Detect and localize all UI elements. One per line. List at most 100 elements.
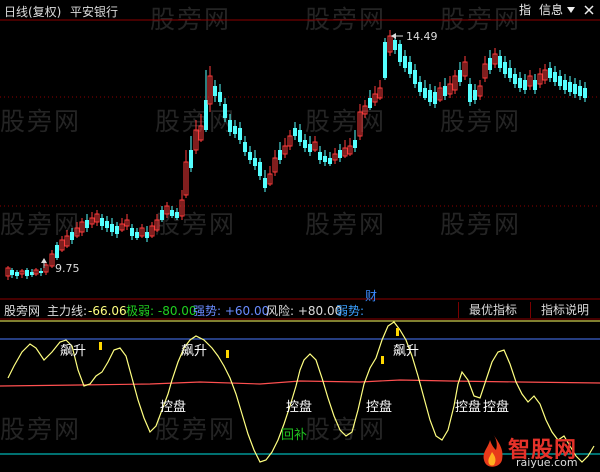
signal-control: 控盘 [366, 400, 393, 415]
candle-body [253, 158, 257, 166]
candle-body [523, 80, 527, 90]
info-button[interactable]: 信息 [539, 2, 563, 18]
candle-body [353, 140, 357, 148]
candle-body [368, 98, 372, 108]
candle-body [563, 80, 567, 90]
candle-body [223, 104, 227, 118]
candle-body [248, 152, 252, 160]
candle-body [55, 245, 59, 258]
candle-body [513, 74, 517, 84]
close-button[interactable] [583, 2, 595, 18]
tab-indicator-help[interactable]: 指标说明 [530, 302, 599, 318]
candle-body [218, 92, 222, 102]
strong-trend-value: 强势: +60.00 [193, 304, 270, 318]
candle-body [160, 210, 164, 220]
candle-body [578, 86, 582, 96]
candle-body [105, 221, 109, 228]
close-icon [584, 5, 594, 15]
indicator-source: 股旁网 [4, 304, 41, 318]
candle-body [308, 144, 312, 152]
candle-series [5, 30, 587, 280]
signal-marker [396, 328, 399, 336]
candle-body [468, 84, 472, 102]
candle-body [383, 42, 387, 78]
signal-control: 控盘 [286, 400, 313, 415]
candle-body [433, 92, 437, 104]
candle-body [553, 72, 557, 82]
extreme-weak-value: 极弱: -80.00 [126, 304, 197, 318]
candle-body [85, 220, 89, 228]
candle-body [170, 210, 174, 216]
candle-body [508, 68, 512, 78]
signal-marker [99, 342, 102, 350]
down-triangle-icon [567, 7, 575, 13]
low-price-label: 9.75 [55, 262, 80, 275]
candle-body [418, 82, 422, 92]
candle-body [189, 150, 193, 168]
signal-rebound: 回补 [281, 428, 308, 443]
finance-marker[interactable]: 财 [365, 287, 377, 304]
candle-body [428, 90, 432, 102]
candle-body [338, 150, 342, 158]
period-label[interactable]: 日线(复权) [4, 3, 61, 20]
candle-body [30, 272, 34, 275]
stock-name: 平安银行 [70, 5, 119, 19]
signal-rise: 飙升 [393, 344, 420, 359]
candle-body [25, 270, 29, 276]
candle-body [213, 86, 217, 96]
candle-body [238, 128, 242, 140]
risk-value: 风险: +80.00 [266, 304, 343, 318]
candle-body [403, 56, 407, 68]
signal-rise: 飙升 [60, 344, 87, 359]
indicator-button[interactable]: 指 [519, 2, 531, 18]
signal-control: 控盘 [455, 400, 482, 415]
dropdown-button[interactable] [566, 2, 576, 18]
candle-body [115, 226, 119, 234]
candle-body [518, 78, 522, 88]
candle-body [263, 178, 267, 188]
signal-marker [381, 356, 384, 364]
logo-url: raiyue.com [516, 456, 578, 469]
risk-curve [0, 379, 600, 387]
price-annotations: 14.49 9.75 [41, 30, 438, 275]
candle-body [175, 212, 179, 218]
candle-body [583, 88, 587, 98]
candle-body [443, 86, 447, 96]
candle-body [100, 218, 104, 226]
signal-control: 控盘 [160, 400, 187, 415]
candle-body [548, 68, 552, 78]
candle-body [10, 270, 14, 275]
signal-marker [226, 350, 229, 358]
main-line-label: 主力线: [47, 304, 88, 318]
candle-body [398, 44, 402, 62]
candle-body [328, 158, 332, 164]
candle-body [298, 130, 302, 142]
candle-body [70, 232, 74, 240]
candle-body [243, 142, 247, 152]
candle-body [573, 84, 577, 94]
candle-body [293, 128, 297, 136]
candle-body [498, 56, 502, 68]
candle-body [423, 88, 427, 98]
flame-icon [483, 434, 503, 467]
candle-body [39, 271, 43, 273]
candle-body [458, 70, 462, 82]
candle-body [408, 62, 412, 74]
candle-body [473, 90, 477, 100]
candle-body [258, 162, 262, 176]
tab-best-indicator[interactable]: 最优指标 [458, 302, 527, 318]
candle-body [318, 152, 322, 160]
candle-body [110, 224, 114, 232]
candle-body [533, 80, 537, 90]
candle-body [503, 62, 507, 74]
candle-body [568, 82, 572, 92]
candle-body [135, 232, 139, 238]
candle-body [233, 126, 237, 134]
candle-body [488, 58, 492, 70]
candle-body [130, 228, 134, 236]
candle-body [393, 40, 397, 50]
high-price-label: 14.49 [406, 30, 438, 43]
candle-body [278, 150, 282, 160]
candle-body [323, 156, 327, 162]
chart-header: 日线(复权) 平安银行 指 信息 [0, 0, 600, 20]
